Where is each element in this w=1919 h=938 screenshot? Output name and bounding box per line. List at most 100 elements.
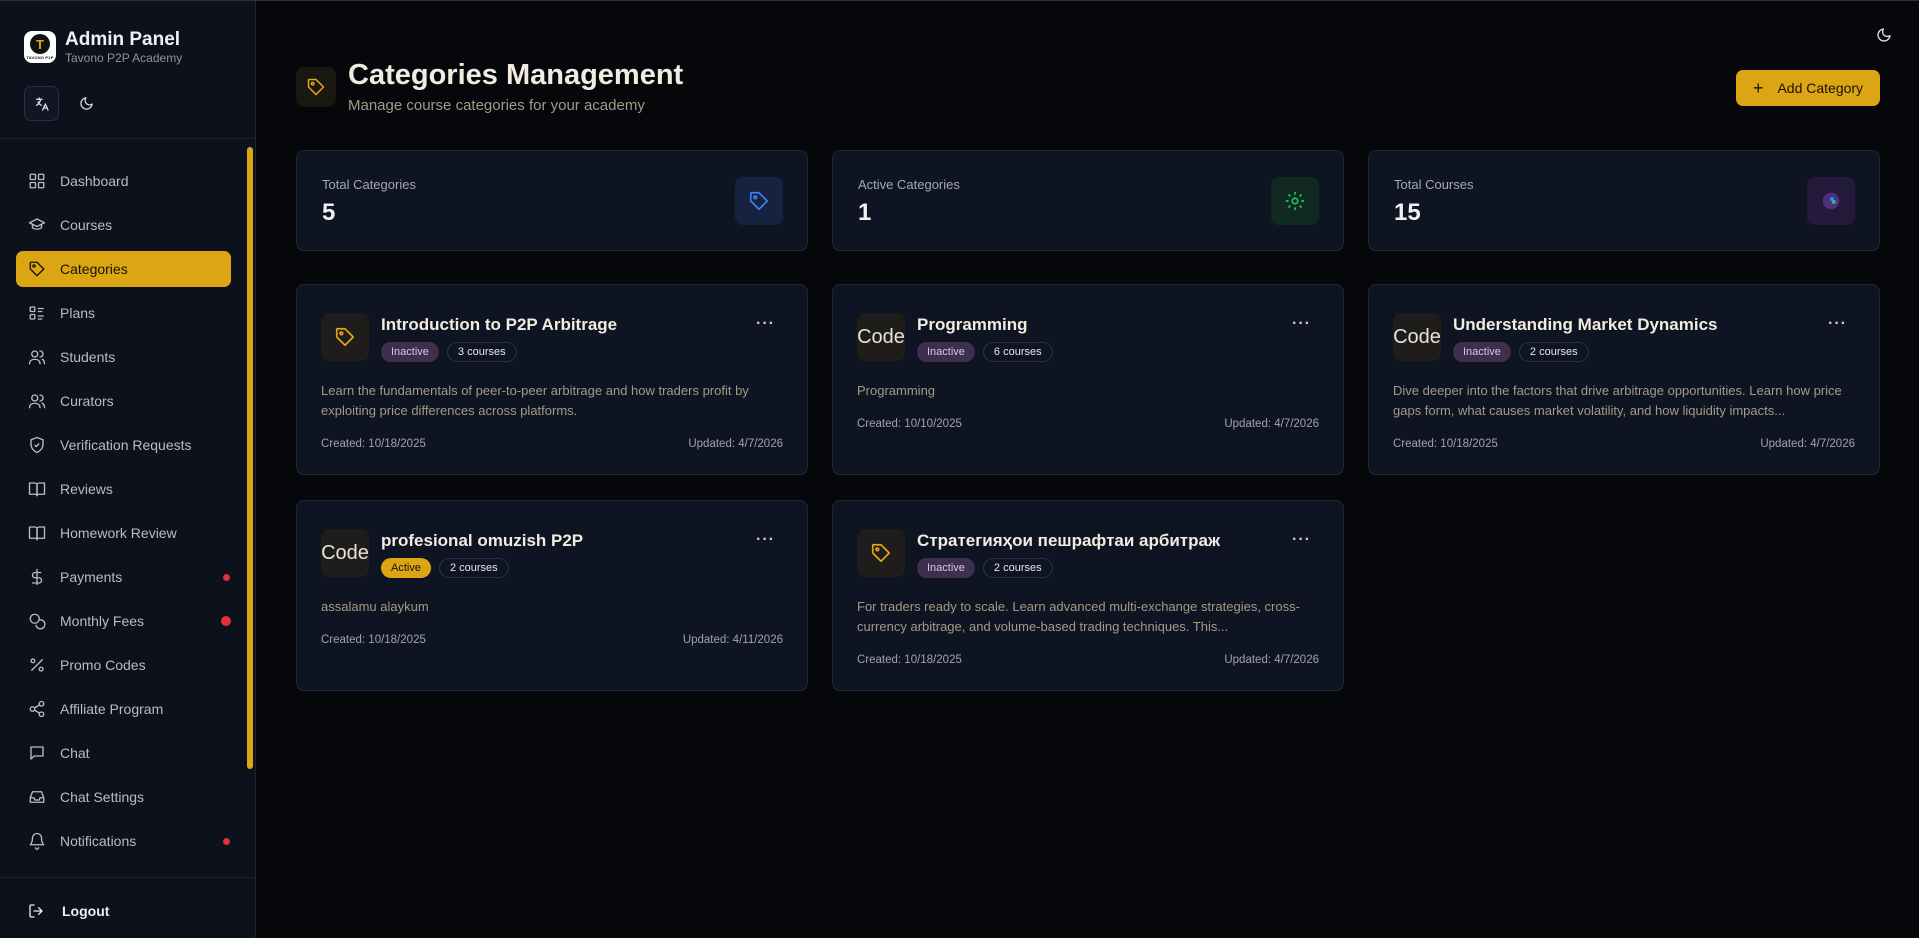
sidebar-item-dashboard[interactable]: Dashboard [16, 163, 231, 199]
inbox-icon [29, 791, 45, 803]
logout-icon [29, 904, 43, 918]
sidebar-divider [0, 138, 255, 139]
sidebar-item-categories[interactable]: Categories [16, 251, 231, 287]
sidebar: T TAVONO P2P Admin Panel Tavono P2P Acad… [0, 1, 256, 938]
updated-date: Updated: 4/7/2026 [1760, 438, 1855, 450]
stat-value: 1 [858, 199, 872, 226]
sidebar-item-label: Courses [60, 217, 113, 233]
category-card[interactable]: Стратегияҳои пешрафтаи арбитраж ··· Inac… [832, 500, 1344, 691]
book-open-icon [28, 526, 46, 541]
header-tag-icon-wrap [296, 67, 336, 107]
sidebar-item-students[interactable]: Students [16, 339, 231, 375]
stat-label: Total Categories [322, 177, 416, 192]
sidebar-item-chat-settings[interactable]: Chat Settings [16, 779, 231, 815]
category-icon-wrap [857, 529, 905, 577]
sidebar-item-label: Plans [60, 305, 96, 321]
created-date: Created: 10/18/2025 [857, 654, 962, 666]
list-icon [29, 306, 44, 320]
more-options-button[interactable]: ··· [756, 315, 775, 333]
add-category-label: Add Category [1777, 80, 1864, 96]
theme-toggle-button[interactable] [1876, 27, 1892, 48]
moon-icon [1877, 28, 1891, 42]
sidebar-item-label: Chat [60, 745, 90, 761]
category-icon-text: Code [1393, 313, 1441, 361]
category-card[interactable]: Code profesional omuzish P2P ··· Active … [296, 500, 808, 691]
category-icon-text: Code [857, 313, 905, 361]
sidebar-item-plans[interactable]: Plans [16, 295, 231, 331]
stat-card-active-categories: Active Categories 1 [832, 150, 1344, 251]
language-button[interactable] [24, 86, 59, 121]
sidebar-item-curators[interactable]: Curators [16, 383, 231, 419]
brand-title: Admin Panel [65, 29, 181, 50]
sidebar-item-label: Reviews [60, 481, 113, 497]
sidebar-item-monthly-fees[interactable]: Monthly Fees [16, 603, 231, 639]
created-date: Created: 10/10/2025 [857, 418, 962, 430]
logout-button[interactable]: Logout [28, 903, 109, 919]
category-title: profesional omuzish P2P [381, 531, 584, 550]
notification-dot [221, 616, 231, 626]
category-card[interactable]: Code Programming ··· Inactive 6 courses … [832, 284, 1344, 475]
sidebar-item-reviews[interactable]: Reviews [16, 471, 231, 507]
sidebar-item-label: Curators [60, 393, 114, 409]
tag-icon [749, 191, 769, 211]
more-options-button[interactable]: ··· [1828, 315, 1847, 333]
sidebar-item-homework-review[interactable]: Homework Review [16, 515, 231, 551]
sidebar-item-payments[interactable]: Payments [16, 559, 231, 595]
category-description: Learn the fundamentals of peer-to-peer a… [321, 383, 749, 418]
sidebar-item-label: Verification Requests [60, 437, 192, 453]
sidebar-item-notifications[interactable]: Notifications [16, 823, 231, 859]
category-card[interactable]: Introduction to P2P Arbitrage ··· Inacti… [296, 284, 808, 475]
dashboard-icon [29, 173, 45, 189]
moon-icon [80, 97, 93, 110]
course-count-badge: 2 courses [982, 558, 1053, 578]
dollar-icon [31, 568, 43, 586]
stat-label: Active Categories [858, 177, 960, 192]
status-badge: Inactive [917, 558, 975, 578]
sidebar-item-courses[interactable]: Courses [16, 207, 231, 243]
sidebar-item-label: Categories [60, 261, 128, 277]
translate-icon [35, 96, 49, 111]
sidebar-nav: Dashboard Courses Categories Plans Stude… [16, 163, 231, 867]
category-description: Dive deeper into the factors that drive … [1393, 383, 1842, 418]
sidebar-item-verification-requests[interactable]: Verification Requests [16, 427, 231, 463]
brand-subtitle: Tavono P2P Academy [65, 51, 183, 65]
course-icon [1822, 192, 1840, 210]
percent-icon [30, 658, 44, 672]
theme-toggle-button[interactable] [69, 86, 104, 121]
tag-icon [307, 78, 325, 96]
stat-value: 15 [1394, 199, 1421, 226]
status-badge: Inactive [1453, 342, 1511, 362]
more-options-button[interactable]: ··· [1292, 315, 1311, 333]
brand[interactable]: T TAVONO P2P Admin Panel Tavono P2P Acad… [24, 29, 182, 65]
users-icon [28, 394, 46, 409]
sidebar-item-label: Dashboard [60, 173, 129, 189]
stat-label: Total Courses [1394, 177, 1474, 192]
category-title: Programming [917, 315, 1028, 334]
coins-icon [29, 613, 46, 630]
sidebar-item-promo-codes[interactable]: Promo Codes [16, 647, 231, 683]
tag-icon [29, 261, 45, 277]
category-card[interactable]: Code Understanding Market Dynamics ··· I… [1368, 284, 1880, 475]
sidebar-item-chat[interactable]: Chat [16, 735, 231, 771]
course-count-badge: 6 courses [982, 342, 1053, 362]
book-open-icon [28, 482, 46, 497]
stat-icon-wrap [735, 177, 783, 225]
sidebar-item-label: Notifications [60, 833, 137, 849]
sidebar-item-label: Affiliate Program [60, 701, 164, 717]
page-title: Categories Management [348, 59, 684, 91]
category-description: assalamu alaykum [321, 599, 429, 614]
add-category-button[interactable]: + Add Category [1736, 70, 1880, 106]
notification-dot [223, 838, 230, 845]
more-options-button[interactable]: ··· [756, 531, 775, 549]
sidebar-scrollbar[interactable] [247, 147, 253, 769]
stat-card-total-categories: Total Categories 5 [296, 150, 808, 251]
logout-label: Logout [62, 903, 110, 919]
more-options-button[interactable]: ··· [1292, 531, 1311, 549]
status-badge: Inactive [917, 342, 975, 362]
sidebar-item-affiliate-program[interactable]: Affiliate Program [16, 691, 231, 727]
sidebar-divider [0, 877, 255, 878]
bell-icon [29, 832, 45, 850]
category-description: For traders ready to scale. Learn advanc… [857, 599, 1300, 634]
tag-icon [871, 543, 891, 563]
created-date: Created: 10/18/2025 [1393, 438, 1498, 450]
